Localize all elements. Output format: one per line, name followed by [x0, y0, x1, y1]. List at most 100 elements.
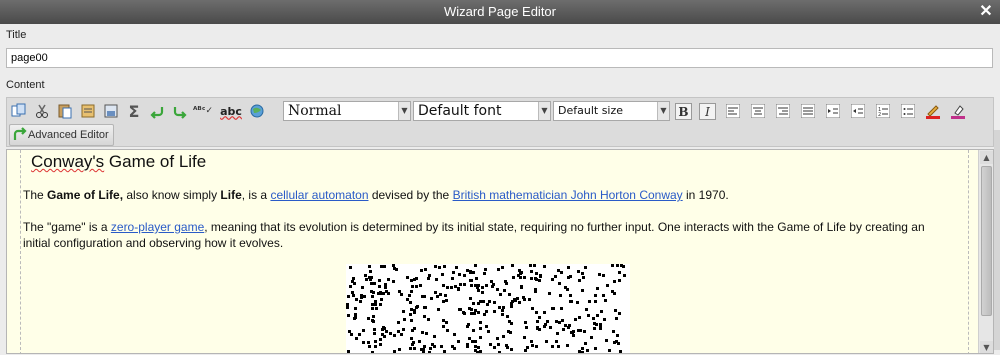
life-cell [382, 326, 385, 329]
life-cell [477, 346, 480, 349]
life-cell [463, 274, 466, 277]
life-cell [516, 297, 519, 300]
life-cell [469, 271, 472, 274]
life-cell [502, 335, 505, 338]
outdent-icon[interactable] [848, 101, 868, 121]
title-label: Title [6, 29, 27, 41]
document-body[interactable]: Conway's Game of Life The Game of Life, … [7, 150, 979, 353]
close-icon[interactable]: ✕ [978, 0, 994, 24]
life-cell [474, 340, 477, 343]
life-cell [615, 317, 618, 320]
life-cell [367, 317, 370, 320]
web-icon[interactable] [247, 101, 267, 121]
chevron-down-icon: ▼ [657, 102, 669, 120]
life-cell [443, 265, 446, 268]
justify-icon[interactable] [798, 101, 818, 121]
life-cell [363, 295, 366, 298]
window-scrollbar[interactable] [994, 130, 1000, 350]
life-cell [555, 320, 558, 323]
format-select[interactable]: Normal ▼ [283, 101, 411, 121]
redo-icon[interactable] [170, 101, 190, 121]
life-cell [361, 286, 364, 289]
life-cell [614, 309, 617, 312]
text: also know simply [123, 188, 221, 202]
font-select[interactable]: Default font ▼ [413, 101, 551, 121]
life-cell [379, 303, 382, 306]
align-left-icon[interactable] [723, 101, 743, 121]
title-input[interactable] [6, 48, 993, 68]
paste-text-icon[interactable] [78, 101, 98, 121]
life-cell [354, 313, 357, 316]
life-cell [539, 274, 542, 277]
life-cell [402, 310, 405, 313]
align-center-icon[interactable] [748, 101, 768, 121]
chevron-down-icon: ▼ [538, 102, 550, 120]
life-cell [586, 349, 589, 352]
life-cell [490, 280, 493, 283]
life-cell [441, 273, 444, 276]
spellcheck-icon[interactable]: ᴬᴮᶜ✓ [193, 101, 213, 121]
link-zero-player-game[interactable]: zero-player game [111, 220, 204, 234]
text-color-icon[interactable] [923, 101, 943, 121]
life-cell [543, 311, 546, 314]
unordered-list-icon[interactable] [898, 101, 918, 121]
life-cell [560, 307, 563, 310]
life-cell [602, 274, 605, 277]
bold-icon[interactable]: B [675, 103, 692, 120]
life-cell [562, 328, 565, 331]
life-cell [596, 287, 599, 290]
life-cell [442, 325, 445, 328]
life-cell [434, 291, 437, 294]
life-cell [398, 348, 401, 351]
paste-word-icon[interactable] [101, 101, 121, 121]
editor-scrollbar[interactable]: ▲ ▼ [978, 150, 993, 353]
life-cell [387, 278, 390, 281]
life-cell [616, 264, 619, 267]
life-cell [613, 280, 616, 283]
scroll-thumb[interactable] [981, 166, 992, 316]
life-cell [354, 307, 357, 310]
link-conway[interactable]: British mathematician John Horton Conway [453, 188, 683, 202]
indent-icon[interactable] [823, 101, 843, 121]
paragraph-1: The Game of Life, also know simply Life,… [23, 187, 953, 203]
life-cell [455, 266, 458, 269]
life-cell [583, 330, 586, 333]
ordered-list-icon[interactable]: 12 [873, 101, 893, 121]
life-cell [559, 294, 562, 297]
life-cell [474, 264, 477, 267]
content-editor[interactable]: Conway's Game of Life The Game of Life, … [6, 149, 994, 354]
life-cell [578, 279, 581, 282]
life-cell [486, 303, 489, 306]
copy-icon[interactable] [9, 101, 29, 121]
life-cell [466, 325, 469, 328]
text: devised by the [368, 188, 453, 202]
life-cell [384, 286, 387, 289]
life-cell [352, 294, 355, 297]
life-cell [578, 350, 581, 353]
size-select[interactable]: Default size ▼ [553, 101, 670, 121]
advanced-editor-button[interactable]: Advanced Editor [9, 124, 114, 146]
life-cell [349, 285, 352, 288]
link-cellular-automaton[interactable]: cellular automaton [270, 188, 368, 202]
life-cell [485, 310, 488, 313]
undo-icon[interactable] [147, 101, 167, 121]
text: The "game" is a [23, 220, 111, 234]
life-cell [443, 350, 446, 353]
scroll-up-icon[interactable]: ▲ [980, 151, 993, 164]
align-right-icon[interactable] [773, 101, 793, 121]
sum-icon[interactable]: Σ [124, 101, 144, 121]
life-cell [487, 330, 490, 333]
scroll-down-icon[interactable]: ▼ [980, 341, 993, 353]
life-cell [415, 277, 418, 280]
spellcheck-abc-icon[interactable]: abc [218, 101, 244, 121]
paste-icon[interactable] [55, 101, 75, 121]
life-cell [410, 308, 413, 311]
life-cell [374, 303, 377, 306]
life-cell [400, 293, 403, 296]
highlight-icon[interactable] [948, 101, 968, 121]
life-cell [367, 341, 370, 344]
italic-icon[interactable]: I [699, 103, 716, 120]
life-cell [561, 319, 564, 322]
cut-icon[interactable] [32, 101, 52, 121]
text: , is a [241, 188, 271, 202]
